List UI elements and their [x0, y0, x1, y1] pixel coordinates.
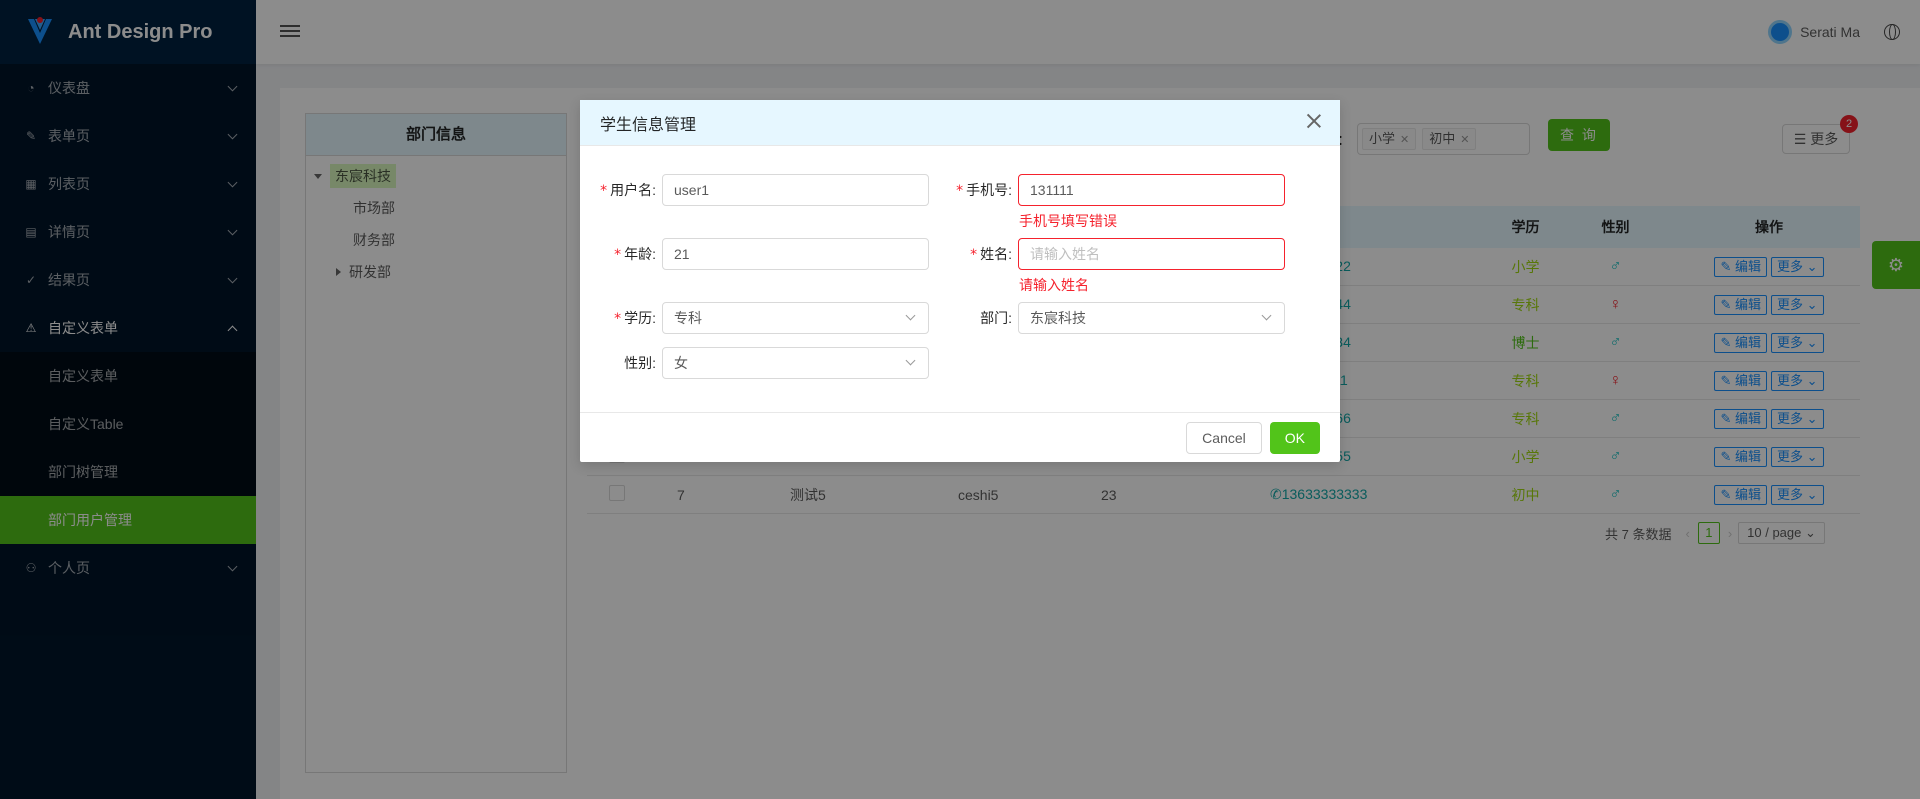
- modal-title: 学生信息管理: [600, 116, 697, 134]
- form-row-username: * 用户名: user1: [580, 174, 929, 206]
- age-label: 年龄:: [624, 246, 656, 262]
- name-error-message: 请输入姓名: [1019, 277, 1089, 293]
- required-mark: *: [614, 311, 622, 327]
- ok-button[interactable]: OK: [1269, 421, 1320, 454]
- form-row-age: * 年龄: 21: [580, 238, 929, 270]
- department-value: 东宸科技: [1030, 310, 1086, 326]
- student-info-modal: 学生信息管理 * 用户名: user1 * 手机号: 131111 手机号填写错误 …: [580, 100, 1340, 462]
- department-label: 部门:: [980, 310, 1012, 326]
- username-input[interactable]: user1: [662, 174, 929, 206]
- education-label: 学历:: [624, 310, 656, 326]
- phone-label: 手机号:: [966, 182, 1012, 198]
- close-icon[interactable]: [1306, 113, 1322, 129]
- chevron-down-icon: [905, 310, 916, 321]
- age-input[interactable]: 21: [662, 238, 929, 270]
- name-placeholder: 请输入姓名: [1030, 246, 1100, 262]
- chevron-down-icon: [1261, 310, 1272, 321]
- field-label: * 姓名:: [936, 244, 1018, 264]
- required-mark: *: [970, 247, 978, 263]
- modal-footer: Cancel OK: [580, 412, 1340, 462]
- modal-header: 学生信息管理: [580, 100, 1340, 146]
- form-row-education: * 学历: 专科: [580, 302, 929, 334]
- username-label: 用户名:: [610, 182, 656, 198]
- education-value: 专科: [674, 310, 702, 326]
- age-value: 21: [674, 246, 690, 262]
- field-label: * 学历:: [580, 308, 662, 328]
- name-label: 姓名:: [980, 246, 1012, 262]
- required-mark: *: [956, 183, 964, 199]
- gender-value: 女: [674, 355, 688, 371]
- phone-input[interactable]: 131111: [1018, 174, 1285, 206]
- cancel-button[interactable]: Cancel: [1186, 421, 1262, 454]
- field-label: * 用户名:: [580, 180, 662, 200]
- phone-value: 131111: [1030, 182, 1074, 198]
- department-select[interactable]: 东宸科技: [1018, 302, 1285, 334]
- field-label: * 年龄:: [580, 244, 662, 264]
- gender-label: 性别:: [624, 355, 656, 371]
- phone-error-message: 手机号填写错误: [1019, 213, 1117, 229]
- required-mark: *: [614, 247, 622, 263]
- form-row-department: 部门: 东宸科技: [936, 302, 1285, 334]
- form-row-gender: 性别: 女: [580, 347, 929, 379]
- chevron-down-icon: [905, 355, 916, 366]
- name-input[interactable]: 请输入姓名: [1018, 238, 1285, 270]
- field-label: * 手机号:: [936, 180, 1018, 200]
- gender-select[interactable]: 女: [662, 347, 929, 379]
- required-mark: *: [600, 183, 608, 199]
- education-select[interactable]: 专科: [662, 302, 929, 334]
- form-row-phone: * 手机号: 131111: [936, 174, 1285, 206]
- username-value: user1: [674, 182, 710, 198]
- form-row-name: * 姓名: 请输入姓名: [936, 238, 1285, 270]
